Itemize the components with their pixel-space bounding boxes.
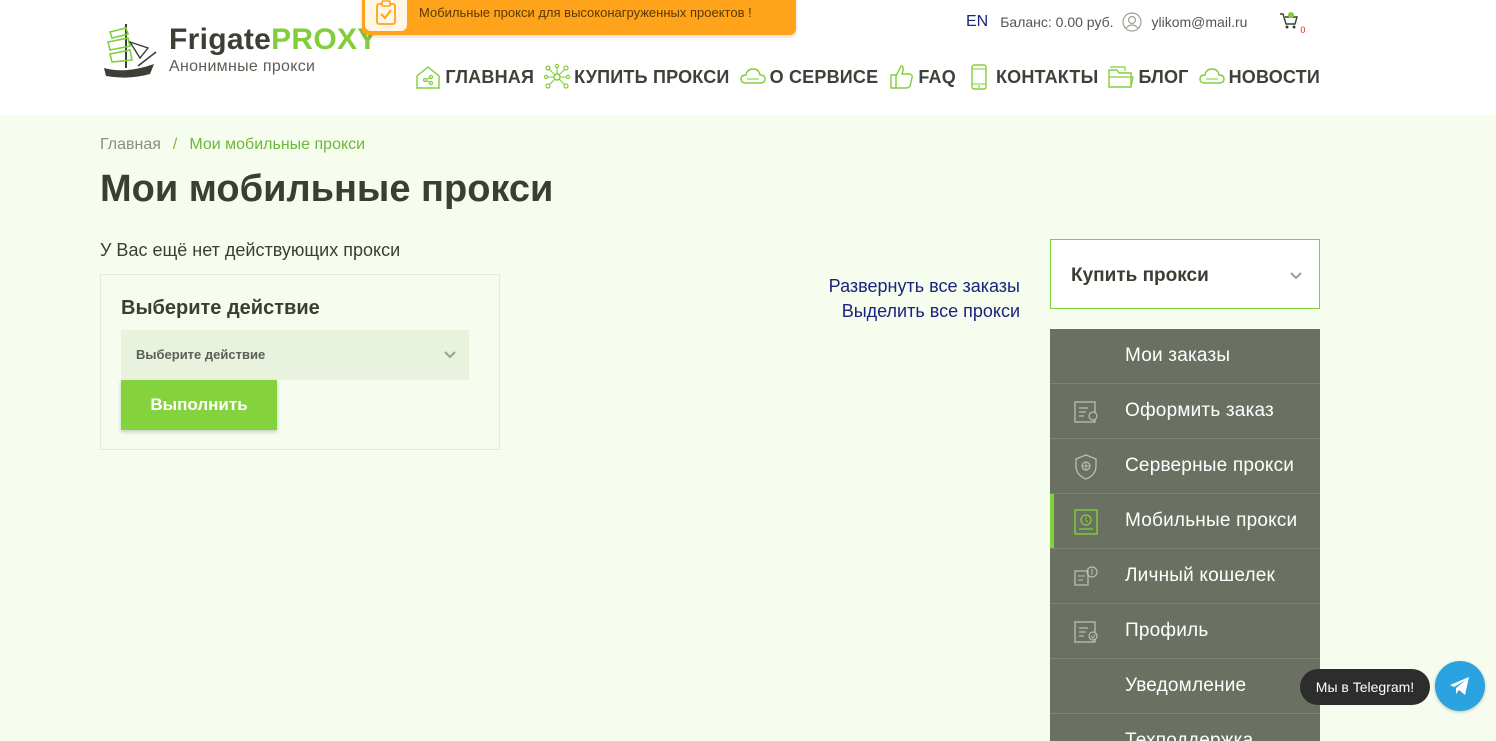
folder-icon — [1108, 66, 1135, 88]
nav-item-faq[interactable]: FAQ — [887, 63, 956, 91]
order-form-icon — [1074, 401, 1098, 423]
brand-tagline: Анонимные прокси — [169, 58, 316, 75]
account-sidebar-menu: Мои заказы Оформить заказ Серверные прок… — [1050, 329, 1320, 741]
run-action-button[interactable]: Выполнить — [121, 380, 277, 430]
telegram-button[interactable] — [1435, 661, 1485, 711]
sidebar-item-label: Уведомление — [1125, 675, 1247, 696]
empty-proxies-message: У Вас ещё нет действующих прокси — [100, 240, 401, 260]
brand-name: FrigatePROXY — [169, 23, 378, 56]
nav-item-label: КОНТАКТЫ — [995, 66, 1099, 87]
home-share-icon — [416, 66, 441, 89]
action-select[interactable]: Выберите действие — [121, 330, 469, 380]
nav-item-label: О СЕРВИСЕ — [769, 66, 879, 87]
sidebar-item-label: Оформить заказ — [1125, 400, 1274, 421]
sidebar-item-support[interactable]: Техподдержка — [1050, 714, 1320, 741]
sidebar-item-profile[interactable]: Профиль — [1050, 604, 1320, 659]
nav-item-about[interactable]: О СЕРВИСЕ — [739, 63, 879, 91]
sidebar-item-wallet[interactable]: Личный кошелек — [1050, 549, 1320, 604]
expand-all-orders-link[interactable]: Развернуть все заказы — [829, 274, 1020, 299]
action-panel: Выберите действие Выберите действие Выпо… — [100, 274, 500, 450]
nav-item-label: ГЛАВНАЯ — [445, 66, 535, 87]
sidebar-item-mobile-proxies[interactable]: Мобильные прокси — [1050, 494, 1320, 549]
breadcrumb: Главная / Мои мобильные прокси — [100, 136, 365, 154]
cloud-icon — [739, 68, 766, 84]
nav-item-label: КУПИТЬ ПРОКСИ — [574, 66, 730, 87]
nav-item-label: НОВОСТИ — [1228, 66, 1320, 87]
chevron-down-icon — [444, 351, 456, 359]
shield-globe-icon — [1075, 454, 1097, 480]
mobile-proxy-icon — [1074, 509, 1098, 535]
balance-text: Баланс: 0.00 руб. — [1000, 14, 1114, 30]
buy-proxy-label: Купить прокси — [1071, 265, 1209, 286]
sidebar-item-server-proxies[interactable]: Серверные прокси — [1050, 439, 1320, 494]
sidebar-item-label: Мои заказы — [1125, 345, 1231, 366]
topbar: EN Баланс: 0.00 руб. ylikom@mail.ru 0 — [966, 10, 1306, 35]
buy-proxy-dropdown[interactable]: Купить прокси — [1050, 239, 1320, 309]
thumbs-up-icon — [890, 65, 914, 89]
breadcrumb-current: Мои мобильные прокси — [189, 136, 366, 153]
language-switch[interactable]: EN — [966, 13, 988, 31]
cloud-icon — [1198, 68, 1225, 84]
sidebar-item-label: Личный кошелек — [1125, 565, 1276, 586]
action-select-value: Выберите действие — [136, 347, 266, 362]
breadcrumb-home[interactable]: Главная — [100, 136, 161, 153]
ship-logo-icon — [104, 24, 157, 78]
cart-icon — [1280, 12, 1299, 29]
nav-item-home[interactable]: ГЛАВНАЯ — [414, 63, 534, 91]
action-panel-title: Выберите действие — [121, 297, 320, 319]
telegram-bubble[interactable]: Мы в Telegram! — [1300, 669, 1430, 705]
site-header: FrigatePROXY Анонимные прокси Мобильные … — [0, 0, 1496, 115]
nav-item-label: БЛОГ — [1138, 66, 1189, 87]
nav-item-news[interactable]: НОВОСТИ — [1198, 63, 1320, 91]
telegram-icon — [1450, 677, 1469, 695]
nav-item-blog[interactable]: БЛОГ — [1107, 63, 1188, 91]
order-links: Развернуть все заказы Выделить все прокс… — [829, 274, 1020, 324]
nav-item-buy-proxy[interactable]: КУПИТЬ ПРОКСИ — [543, 63, 729, 91]
clipboard-check-icon — [365, 0, 407, 31]
sidebar-item-my-orders[interactable]: Мои заказы — [1050, 329, 1320, 384]
nav-item-label: FAQ — [918, 66, 956, 87]
cart-button[interactable]: 0 — [1279, 11, 1306, 35]
network-icon — [543, 63, 571, 89]
select-all-proxies-link[interactable]: Выделить все прокси — [829, 299, 1020, 324]
promo-banner[interactable]: Мобильные прокси для высоконагруженных п… — [362, 0, 796, 35]
user-icon[interactable] — [1121, 12, 1142, 32]
wallet-icon — [1074, 566, 1098, 586]
cart-count: 0 — [1300, 25, 1306, 35]
page-title: Мои мобильные прокси — [100, 168, 554, 210]
promo-text: Мобильные прокси для высоконагруженных п… — [419, 5, 752, 20]
sidebar-item-label: Техподдержка — [1125, 730, 1254, 741]
sidebar-item-notifications[interactable]: Уведомление — [1050, 659, 1320, 714]
profile-card-icon — [1074, 621, 1098, 643]
user-email-link[interactable]: ylikom@mail.ru — [1152, 14, 1248, 30]
sidebar-item-label: Профиль — [1125, 620, 1209, 641]
breadcrumb-separator: / — [172, 136, 178, 153]
main-nav: ГЛАВНАЯ КУПИТЬ ПРОКСИ О СЕРВИСЕ FAQ КОНТ… — [414, 62, 1320, 92]
sidebar-item-label: Серверные прокси — [1125, 455, 1295, 476]
phone-icon — [971, 64, 987, 90]
chevron-down-icon — [1290, 272, 1302, 280]
site-logo[interactable]: FrigatePROXY Анонимные прокси — [100, 20, 380, 84]
sidebar-item-label: Мобильные прокси — [1125, 510, 1298, 531]
sidebar-item-place-order[interactable]: Оформить заказ — [1050, 384, 1320, 439]
nav-item-contacts[interactable]: КОНТАКТЫ — [965, 63, 1099, 91]
